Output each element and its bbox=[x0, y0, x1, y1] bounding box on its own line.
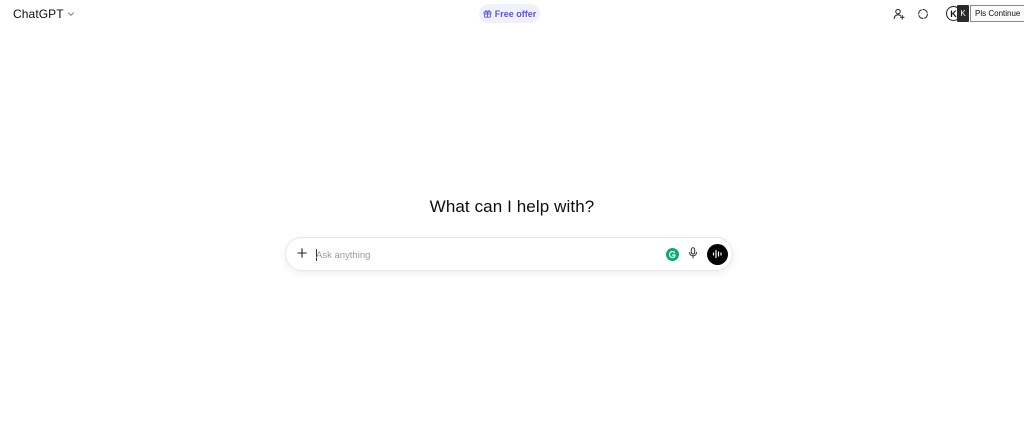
top-bar: ChatGPT Free offer K K Pls Continue bbox=[0, 0, 1024, 28]
grammarly-icon bbox=[668, 246, 677, 264]
voice-mode-button[interactable] bbox=[707, 244, 728, 265]
extension-badge[interactable]: K bbox=[957, 5, 969, 22]
prompt-input[interactable] bbox=[316, 246, 646, 264]
composer bbox=[285, 237, 733, 271]
page-title: What can I help with? bbox=[429, 197, 595, 216]
plus-icon bbox=[297, 245, 307, 263]
attach-button[interactable] bbox=[294, 246, 310, 262]
free-offer-label: Free offer bbox=[494, 8, 537, 19]
add-person-icon bbox=[893, 8, 905, 20]
dashed-circle-icon bbox=[917, 8, 929, 20]
voice-waveform-icon bbox=[712, 246, 723, 264]
microphone-icon bbox=[688, 246, 698, 264]
model-name: ChatGPT bbox=[13, 7, 64, 21]
temporary-chat-button[interactable] bbox=[914, 5, 932, 23]
tooltip: Pls Continue bbox=[970, 5, 1024, 22]
gift-icon bbox=[483, 9, 492, 18]
grammarly-button[interactable] bbox=[666, 248, 679, 261]
free-offer-button[interactable]: Free offer bbox=[479, 4, 540, 23]
share-button[interactable] bbox=[890, 5, 908, 23]
dictate-button[interactable] bbox=[686, 246, 700, 264]
chevron-down-icon bbox=[67, 10, 75, 18]
model-switcher[interactable]: ChatGPT bbox=[8, 4, 80, 24]
